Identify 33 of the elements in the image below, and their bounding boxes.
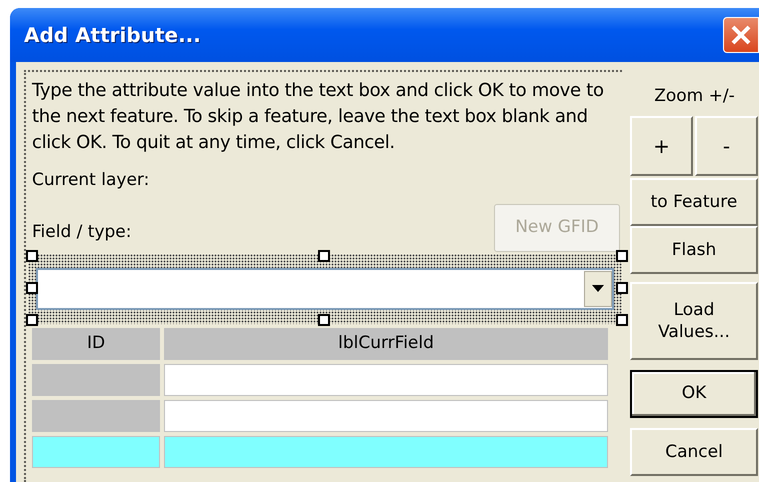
resize-handle[interactable] [318,314,330,326]
table-cell[interactable] [164,436,608,468]
dialog-button[interactable]: OK [630,370,758,418]
instructions-text: Type the attribute value into the text box and click OK to move to the next feature. To skip a feature, leave the text box blank and click OK. To quit at any time, click Cancel. [32,79,604,155]
table-cell[interactable] [32,436,160,468]
resize-handle[interactable] [26,282,38,294]
field-combo-box[interactable] [36,268,614,310]
zoom-label: Zoom +/- [654,85,735,108]
table-cell[interactable] [32,364,160,396]
dialog-button[interactable]: Cancel [630,428,758,476]
close-icon [730,24,752,46]
field-type-label: Field / type: [32,221,132,244]
resize-handle[interactable] [616,314,628,326]
resize-handle[interactable] [616,250,628,262]
zoom-out-button[interactable]: - [695,116,758,176]
window-title: Add Attribute... [24,22,201,49]
table-cell[interactable] [32,400,160,432]
dropdown-button[interactable] [584,270,612,306]
table-cell[interactable] [164,364,608,396]
column-header: ID [32,328,160,360]
zoom-in-button[interactable]: + [630,116,693,176]
resize-handle[interactable] [616,282,628,294]
current-layer-label: Current layer: [32,169,150,192]
dialog-button[interactable]: Load Values... [630,282,758,360]
dialog-button[interactable]: Flash [630,226,758,274]
column-header: lblCurrField [164,328,608,360]
resize-handle[interactable] [26,314,38,326]
resize-handle[interactable] [26,250,38,262]
close-button[interactable] [723,17,759,53]
dialog-button[interactable]: to Feature [630,178,758,226]
table-cell[interactable] [164,400,608,432]
resize-handle[interactable] [318,250,330,262]
dropdown-arrow-icon [592,285,604,292]
